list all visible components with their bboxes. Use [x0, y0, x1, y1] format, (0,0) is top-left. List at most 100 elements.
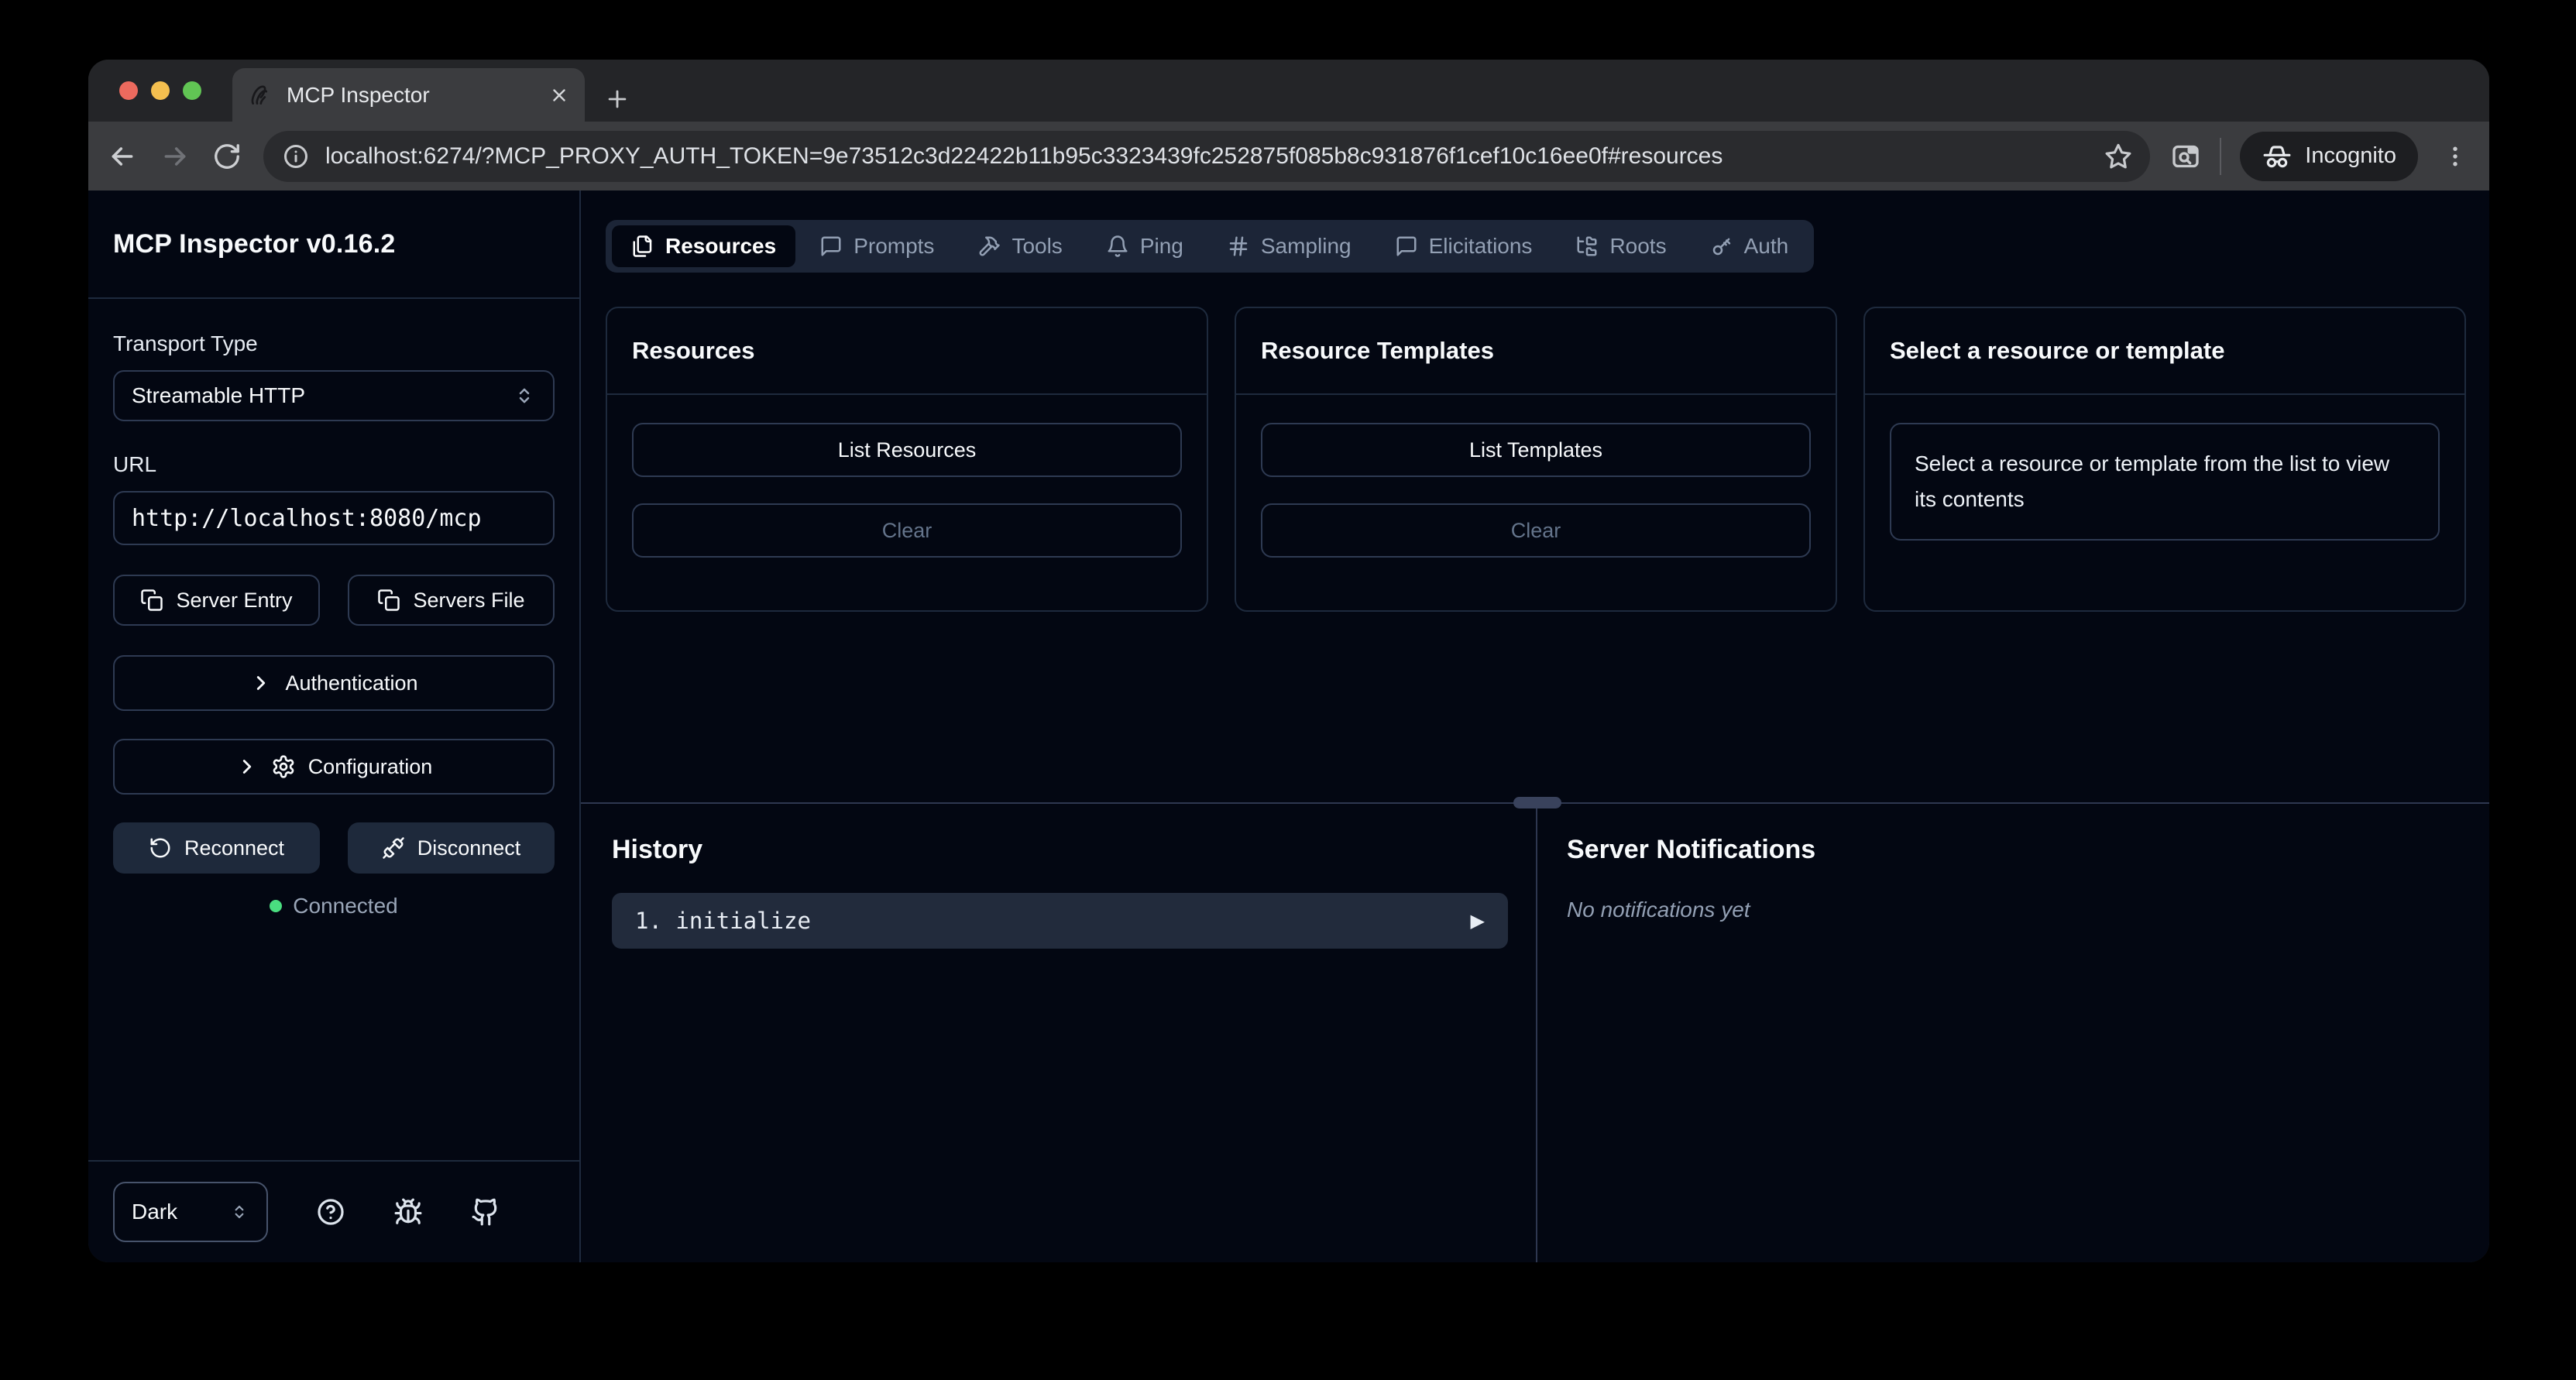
tab-search-icon[interactable] [2170, 141, 2201, 172]
unplug-icon [382, 836, 405, 860]
sidebar: MCP Inspector v0.16.2 Transport Type Str… [88, 191, 581, 1262]
tab-ping[interactable]: Ping [1087, 225, 1203, 267]
configuration-toggle[interactable]: Configuration [113, 739, 555, 795]
tab-title: MCP Inspector [287, 83, 541, 108]
resources-panel: Resources List Resources Clear [606, 307, 1208, 612]
tab-roots[interactable]: Roots [1556, 225, 1685, 267]
reconnect-label: Reconnect [184, 836, 284, 860]
list-templates-button[interactable]: List Templates [1261, 423, 1811, 477]
transport-type-value: Streamable HTTP [132, 383, 305, 408]
zoom-window-button[interactable] [183, 81, 201, 100]
tab-label: Sampling [1261, 234, 1352, 259]
disconnect-label: Disconnect [417, 836, 521, 860]
servers-file-label: Servers File [413, 589, 524, 613]
authentication-label: Authentication [285, 671, 417, 695]
toolbar-right-cluster: Incognito [2170, 132, 2469, 181]
rotate-ccw-icon [149, 836, 172, 860]
url-label: URL [113, 452, 555, 477]
server-url-input[interactable]: http://localhost:8080/mcp [113, 491, 555, 545]
hammer-icon [977, 235, 1001, 258]
browser-tab[interactable]: MCP Inspector [232, 68, 585, 122]
authentication-toggle[interactable]: Authentication [113, 655, 555, 711]
tab-prompts[interactable]: Prompts [800, 225, 953, 267]
configuration-label: Configuration [308, 755, 433, 779]
incognito-label: Incognito [2305, 143, 2396, 169]
reconnect-button[interactable]: Reconnect [113, 822, 320, 874]
history-item[interactable]: 1. initialize ▶ [612, 893, 1508, 949]
resources-panel-title: Resources [632, 337, 755, 365]
chevrons-up-down-icon [513, 384, 536, 407]
expand-play-icon: ▶ [1471, 910, 1485, 932]
status-dot [270, 900, 282, 912]
servers-file-button[interactable]: Servers File [348, 575, 555, 626]
tab-sampling[interactable]: Sampling [1207, 225, 1371, 267]
tab-label: Resources [665, 234, 776, 259]
resources-tab-content: Resources Prompts Tools [581, 191, 2489, 802]
mcp-inspector-app: MCP Inspector v0.16.2 Transport Type Str… [88, 191, 2489, 1262]
copy-icon [377, 589, 400, 612]
server-url-value: http://localhost:8080/mcp [132, 505, 482, 532]
forward-icon[interactable] [160, 141, 191, 172]
browser-menu-icon[interactable] [2441, 142, 2469, 170]
url-text[interactable]: localhost:6274/?MCP_PROXY_AUTH_TOKEN=9e7… [325, 143, 2091, 170]
list-resources-button[interactable]: List Resources [632, 423, 1182, 477]
site-info-icon[interactable] [282, 142, 310, 170]
files-icon [631, 235, 654, 258]
tab-label: Auth [1744, 234, 1789, 259]
tab-label: Prompts [854, 234, 934, 259]
transport-type-select[interactable]: Streamable HTTP [113, 370, 555, 421]
minimize-window-button[interactable] [151, 81, 170, 100]
new-tab-icon[interactable] [604, 86, 630, 112]
tab-tools[interactable]: Tools [958, 225, 1081, 267]
disconnect-button[interactable]: Disconnect [348, 822, 555, 874]
notifications-pane: Server Notifications No notifications ye… [1537, 804, 2489, 1262]
close-window-button[interactable] [119, 81, 138, 100]
chevron-right-icon [249, 671, 273, 695]
notifications-empty-text: No notifications yet [1567, 898, 2489, 922]
app-title: MCP Inspector v0.16.2 [113, 229, 396, 259]
sidebar-footer: Dark [88, 1160, 579, 1262]
toolbar-separator [2220, 138, 2221, 175]
transport-type-label: Transport Type [113, 331, 555, 356]
server-entry-button[interactable]: Server Entry [113, 575, 320, 626]
address-bar[interactable]: localhost:6274/?MCP_PROXY_AUTH_TOKEN=9e7… [263, 131, 2150, 182]
panels-row: Resources List Resources Clear Resource … [606, 307, 2466, 612]
resource-templates-panel: Resource Templates List Templates Clear [1235, 307, 1837, 612]
tab-label: Ping [1140, 234, 1183, 259]
resource-detail-panel: Select a resource or template Select a r… [1863, 307, 2466, 612]
reload-icon[interactable] [212, 142, 242, 171]
split-drag-handle[interactable] [1513, 797, 1561, 808]
tab-label: Tools [1012, 234, 1062, 259]
chevron-right-icon [235, 755, 259, 778]
bookmark-star-icon[interactable] [2104, 142, 2133, 171]
bottom-panes: History 1. initialize ▶ Server Notificat… [581, 804, 2489, 1262]
clear-resources-button[interactable]: Clear [632, 503, 1182, 558]
history-item-label: 1. initialize [635, 908, 1471, 934]
gear-icon [271, 754, 296, 779]
folder-tree-icon [1575, 235, 1599, 258]
tab-elicitations[interactable]: Elicitations [1376, 225, 1552, 267]
sidebar-header: MCP Inspector v0.16.2 [88, 191, 579, 299]
tab-resources[interactable]: Resources [612, 225, 795, 267]
copy-buttons-row: Server Entry Servers File [113, 575, 555, 626]
tab-auth[interactable]: Auth [1691, 225, 1808, 267]
notifications-title: Server Notifications [1567, 835, 2489, 865]
detail-panel-title: Select a resource or template [1890, 337, 2224, 365]
close-tab-icon[interactable] [549, 85, 569, 105]
incognito-icon [2262, 141, 2293, 172]
sidebar-body: Transport Type Streamable HTTP URL http:… [88, 299, 579, 918]
status-label: Connected [293, 894, 397, 918]
mcp-favicon-icon [248, 83, 273, 108]
main-area: Resources Prompts Tools [581, 191, 2489, 1262]
theme-select[interactable]: Dark [113, 1182, 268, 1242]
browser-window: MCP Inspector localhost:6274/?MCP_PROXY_… [88, 60, 2489, 1262]
browser-tab-strip: MCP Inspector [88, 60, 2489, 122]
feature-tabs: Resources Prompts Tools [606, 220, 1814, 273]
incognito-badge: Incognito [2240, 132, 2418, 181]
help-icon[interactable] [316, 1197, 345, 1227]
bug-icon[interactable] [393, 1197, 423, 1227]
github-icon[interactable] [471, 1197, 500, 1227]
clear-templates-button[interactable]: Clear [1261, 503, 1811, 558]
hash-icon [1227, 235, 1250, 258]
back-icon[interactable] [107, 141, 138, 172]
